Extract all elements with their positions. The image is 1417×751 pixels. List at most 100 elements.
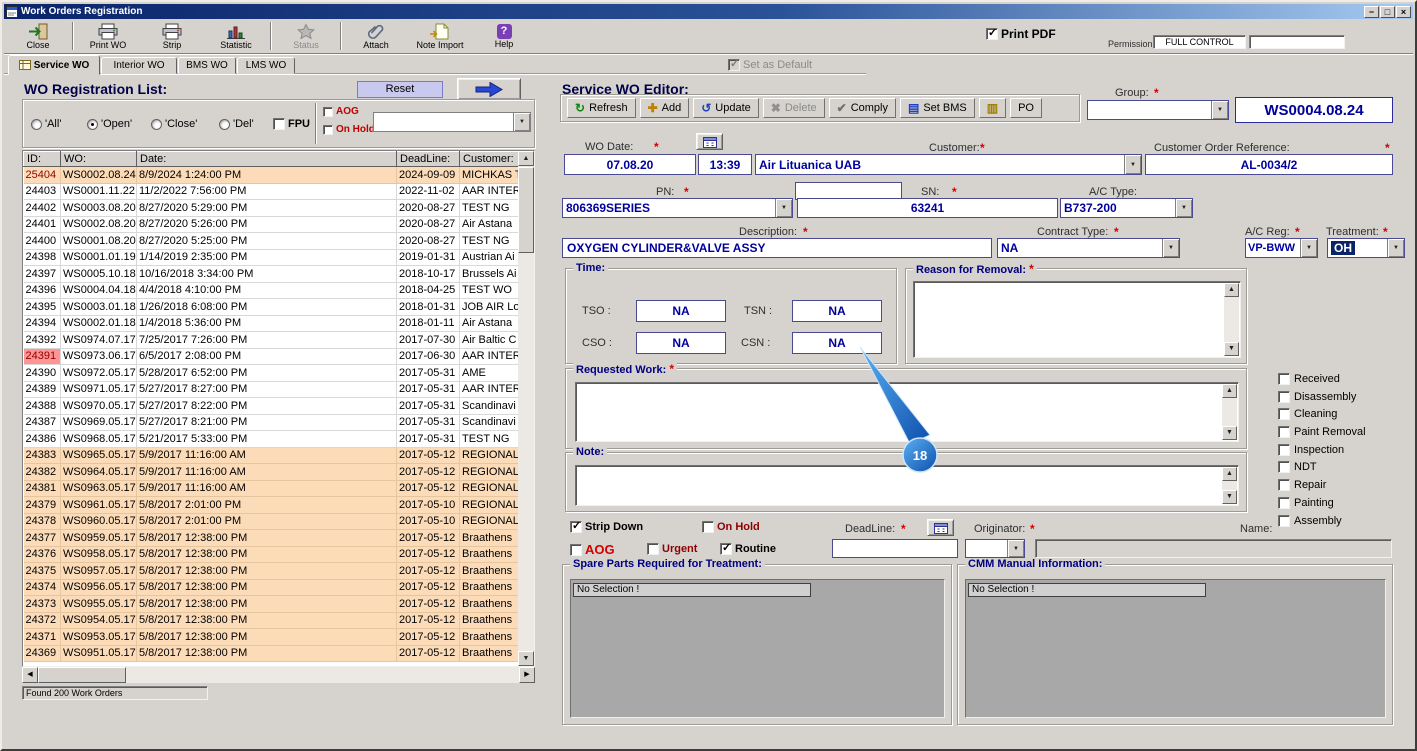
cell-wo[interactable]: WS0954.05.17 [60, 612, 137, 629]
dropdown-icon[interactable]: ▼ [1211, 101, 1228, 119]
group-value[interactable] [1088, 101, 1211, 119]
wo-row[interactable]: 24392 WS0974.07.17 7/25/2017 7:26:00 PM 201… [23, 331, 520, 349]
cmm-list[interactable]: No Selection ! [965, 579, 1386, 718]
treatment-step-assembly[interactable]: Assembly [1278, 514, 1366, 528]
originator-combo[interactable]: ▼ [965, 539, 1025, 558]
cell-customer[interactable]: Braathens [459, 529, 520, 547]
checkbox-icon[interactable] [1278, 479, 1290, 492]
filter-open-radio[interactable]: 'Open' [87, 118, 132, 130]
cell-id[interactable]: 24375 [23, 562, 61, 580]
checkbox-icon[interactable] [647, 543, 659, 555]
cell-wo[interactable]: WS0970.05.17 [60, 397, 137, 415]
add-button[interactable]: ✚ Add [639, 98, 690, 118]
cell-deadline[interactable]: 2017-05-12 [396, 645, 460, 662]
wo-row[interactable]: 24383 WS0965.05.17 5/9/2017 11:16:00 AM 201… [23, 447, 520, 464]
aog-checkbox[interactable]: AOG [570, 542, 615, 557]
dropdown-icon[interactable]: ▼ [1007, 540, 1024, 557]
radio-icon[interactable] [151, 118, 162, 130]
cell-id[interactable]: 24391 [23, 348, 61, 365]
tab-interior-wo[interactable]: Interior WO [101, 57, 177, 74]
urgent-checkbox[interactable]: Urgent [647, 543, 697, 555]
cell-wo[interactable]: WS0964.05.17 [60, 463, 137, 481]
checkbox-icon[interactable] [720, 541, 732, 555]
cell-deadline[interactable]: 2017-06-30 [396, 348, 460, 365]
close-button[interactable]: Close [6, 20, 70, 52]
cell-date[interactable]: 8/27/2020 5:25:00 PM [136, 232, 397, 250]
cell-date[interactable]: 1/26/2018 6:08:00 PM [136, 298, 397, 316]
cell-deadline[interactable]: 2017-05-12 [396, 480, 460, 497]
checkbox-icon[interactable] [570, 543, 582, 556]
wo-row[interactable]: 24403 WS0001.11.22 11/2/2022 7:56:00 PM 202… [23, 183, 520, 200]
cell-customer[interactable]: Air Baltic C [459, 331, 520, 349]
filter-all-radio[interactable]: 'All' [31, 118, 61, 130]
cell-id[interactable]: 24398 [23, 249, 61, 266]
description-field[interactable]: OXYGEN CYLINDER&VALVE ASSY [562, 238, 992, 258]
scroll-down-icon[interactable]: ▼ [1224, 342, 1239, 356]
reason-scrollbar[interactable]: ▲ ▼ [1224, 283, 1239, 356]
cell-date[interactable]: 5/21/2017 5:33:00 PM [136, 430, 397, 448]
cell-deadline[interactable]: 2024-09-09 [396, 166, 460, 184]
cell-id[interactable]: 24389 [23, 381, 61, 398]
wo-row[interactable]: 24382 WS0964.05.17 5/9/2017 11:16:00 AM 201… [23, 463, 520, 481]
cell-wo[interactable]: WS0974.07.17 [60, 331, 137, 349]
wo-row[interactable]: 25404 WS0002.08.24 8/9/2024 1:24:00 PM 2024… [23, 166, 520, 184]
deadline-calendar-button[interactable] [927, 519, 954, 536]
cell-id[interactable]: 25404 [23, 166, 61, 184]
wo-row[interactable]: 24397 WS0005.10.18 10/16/2018 3:34:00 PM 20… [23, 265, 520, 283]
dropdown-icon[interactable]: ▼ [1124, 155, 1141, 174]
checkbox-icon[interactable] [702, 521, 714, 533]
tsn-field[interactable]: NA [792, 300, 882, 322]
checkbox-icon[interactable] [273, 118, 285, 130]
cell-customer[interactable]: Air Astana [459, 315, 520, 332]
cell-deadline[interactable]: 2020-08-27 [396, 199, 460, 217]
pn-combo[interactable]: 806369SERIES ▼ [562, 198, 793, 218]
scroll-down-icon[interactable]: ▼ [518, 651, 534, 666]
cell-id[interactable]: 24395 [23, 298, 61, 316]
cell-date[interactable]: 6/5/2017 2:08:00 PM [136, 348, 397, 365]
cell-customer[interactable]: Braathens [459, 595, 520, 613]
ac-type-value[interactable]: B737-200 [1061, 199, 1175, 217]
cell-customer[interactable]: TEST NG [459, 430, 520, 448]
cell-deadline[interactable]: 2017-05-10 [396, 513, 460, 530]
wo-row[interactable]: 24372 WS0954.05.17 5/8/2017 12:38:00 PM 201… [23, 612, 520, 629]
cell-wo[interactable]: WS0003.08.20 [60, 199, 137, 217]
cell-wo[interactable]: WS0955.05.17 [60, 595, 137, 613]
cell-date[interactable]: 4/4/2018 4:10:00 PM [136, 282, 397, 299]
cell-customer[interactable]: TEST WO [459, 282, 520, 299]
cell-deadline[interactable]: 2017-05-12 [396, 529, 460, 547]
cell-customer[interactable]: AAR INTER [459, 381, 520, 398]
cell-customer[interactable]: Braathens [459, 546, 520, 563]
attach-button[interactable]: Attach [344, 20, 408, 52]
print-wo-button[interactable]: Print WO [76, 20, 140, 52]
cell-customer[interactable]: Air Astana [459, 216, 520, 233]
wo-row[interactable]: 24388 WS0970.05.17 5/27/2017 8:22:00 PM 201… [23, 397, 520, 415]
help-button[interactable]: ? Help [472, 20, 536, 52]
cell-customer[interactable]: TEST NG [459, 199, 520, 217]
next-record-button[interactable] [457, 78, 521, 100]
cell-customer[interactable]: REGIONAL [459, 496, 520, 514]
cell-id[interactable]: 24403 [23, 183, 61, 200]
grid-vertical-scrollbar[interactable]: ▲ ▼ [518, 151, 534, 666]
checkbox-icon[interactable] [323, 124, 333, 135]
wo-row[interactable]: 24390 WS0972.05.17 5/28/2017 6:52:00 PM 201… [23, 364, 520, 382]
cell-wo[interactable]: WS0003.01.18 [60, 298, 137, 316]
tab-service-wo[interactable]: Service WO [8, 55, 100, 75]
scroll-up-icon[interactable]: ▲ [518, 151, 534, 166]
wo-time-field[interactable]: 13:39 [698, 154, 752, 175]
print-pdf-checkbox[interactable]: Print PDF [986, 26, 1056, 41]
wo-row[interactable]: 24379 WS0961.05.17 5/8/2017 2:01:00 PM 2017… [23, 496, 520, 514]
cell-deadline[interactable]: 2017-05-31 [396, 414, 460, 431]
cell-id[interactable]: 24400 [23, 232, 61, 250]
cell-date[interactable]: 5/8/2017 12:38:00 PM [136, 562, 397, 580]
cell-deadline[interactable]: 2017-05-12 [396, 628, 460, 646]
strip-button[interactable]: Strip [140, 20, 204, 52]
cell-customer[interactable]: Braathens [459, 628, 520, 646]
cell-id[interactable]: 24392 [23, 331, 61, 349]
cell-id[interactable]: 24394 [23, 315, 61, 332]
radio-icon[interactable] [31, 118, 42, 130]
cell-deadline[interactable]: 2017-05-12 [396, 612, 460, 629]
treatment-combo[interactable]: OH ▼ [1327, 238, 1405, 258]
cell-deadline[interactable]: 2018-01-11 [396, 315, 460, 332]
update-button[interactable]: ↺ Update [693, 98, 759, 118]
wo-row[interactable]: 24402 WS0003.08.20 8/27/2020 5:29:00 PM 202… [23, 199, 520, 217]
